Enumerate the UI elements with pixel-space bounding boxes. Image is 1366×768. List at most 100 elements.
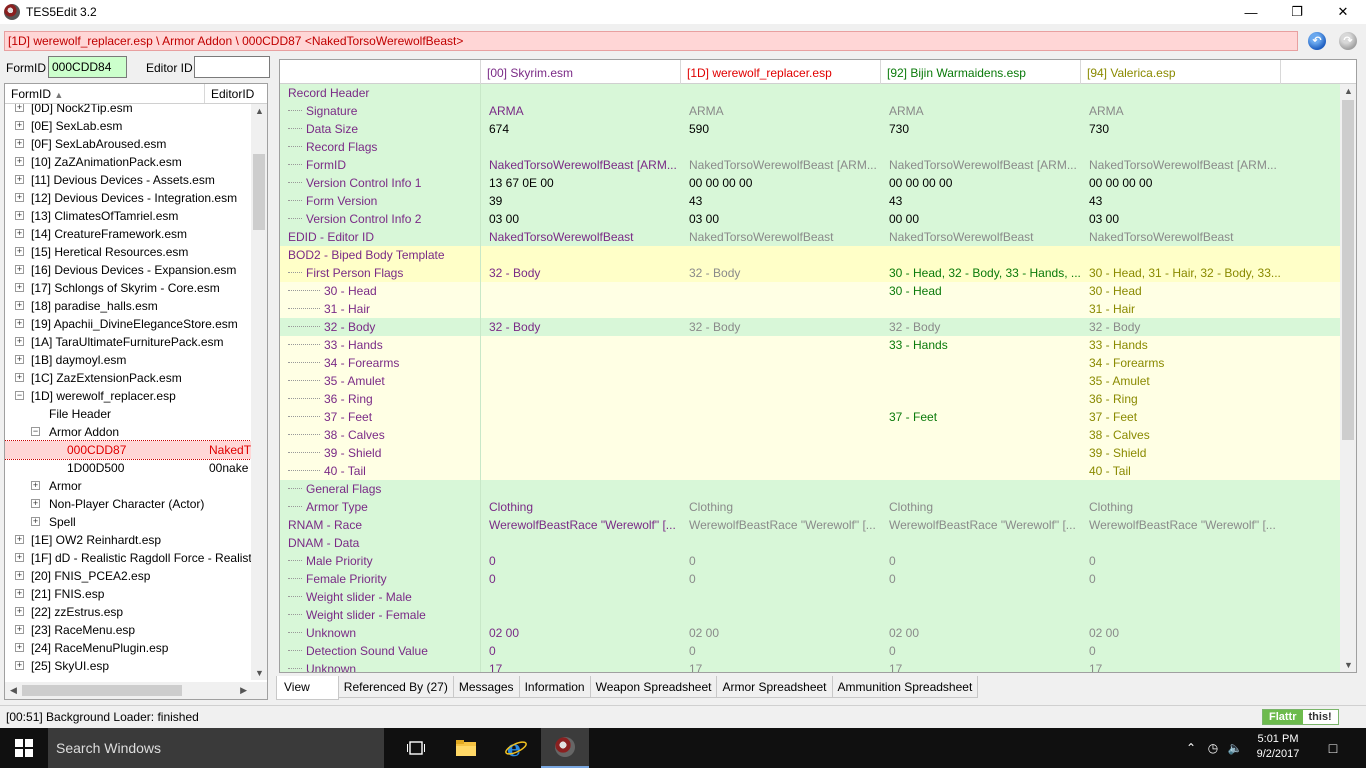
grid-cell[interactable]: [481, 354, 681, 372]
grid-row[interactable]: 34 - Forearms 34 - Forearms: [280, 354, 1340, 372]
tree-item[interactable]: + [0E] SexLab.esm: [5, 117, 253, 135]
grid-cell[interactable]: 03 00: [681, 210, 881, 228]
minimize-button[interactable]: —: [1228, 0, 1274, 24]
grid-cell[interactable]: 32 - Body: [481, 318, 681, 336]
grid-cell[interactable]: [481, 606, 681, 624]
expand-icon[interactable]: +: [15, 265, 24, 274]
grid-cell[interactable]: [881, 480, 1081, 498]
grid-cell[interactable]: [881, 606, 1081, 624]
grid-cell[interactable]: [481, 282, 681, 300]
grid-cell[interactable]: [481, 372, 681, 390]
grid-row[interactable]: Form Version 39 43 43 43: [280, 192, 1340, 210]
grid-cell[interactable]: [1081, 84, 1281, 102]
expand-icon[interactable]: +: [15, 607, 24, 616]
column-header-formid[interactable]: FormID ▲: [5, 84, 205, 103]
grid-row[interactable]: General Flags: [280, 480, 1340, 498]
grid-cell[interactable]: [681, 84, 881, 102]
column-header-field[interactable]: [280, 60, 481, 84]
flattr-button[interactable]: Flattr this!: [1262, 709, 1339, 725]
expand-icon[interactable]: +: [15, 301, 24, 310]
tab-ammunition-spreadsheet[interactable]: Ammunition Spreadsheet: [831, 676, 979, 698]
expand-icon[interactable]: +: [15, 625, 24, 634]
expand-icon[interactable]: +: [15, 571, 24, 580]
tree-item[interactable]: + [1A] TaraUltimateFurniturePack.esm: [5, 333, 253, 351]
tree-item[interactable]: + [20] FNIS_PCEA2.esp: [5, 567, 253, 585]
tree-item[interactable]: + Spell: [5, 513, 253, 531]
grid-cell[interactable]: [481, 84, 681, 102]
expand-icon[interactable]: +: [15, 157, 24, 166]
grid-cell[interactable]: 0: [881, 552, 1081, 570]
grid-cell[interactable]: 43: [881, 192, 1081, 210]
expand-icon[interactable]: +: [15, 104, 24, 112]
tab-messages[interactable]: Messages: [452, 676, 520, 698]
grid-cell[interactable]: 37 - Feet: [1081, 408, 1281, 426]
tree-item[interactable]: + [11] Devious Devices - Assets.esm: [5, 171, 253, 189]
grid-row[interactable]: 39 - Shield 39 - Shield: [280, 444, 1340, 462]
tree-item[interactable]: + [1B] daymoyl.esm: [5, 351, 253, 369]
grid-cell[interactable]: [681, 606, 881, 624]
grid-cell[interactable]: [481, 426, 681, 444]
grid-cell[interactable]: [481, 408, 681, 426]
grid-row[interactable]: Version Control Info 1 13 67 0E 00 00 00 0…: [280, 174, 1340, 192]
grid-cell[interactable]: 36 - Ring: [1081, 390, 1281, 408]
tree-item[interactable]: + [24] RaceMenuPlugin.esp: [5, 639, 253, 657]
grid-cell[interactable]: [481, 480, 681, 498]
grid-row[interactable]: 40 - Tail 40 - Tail: [280, 462, 1340, 480]
grid-cell[interactable]: 43: [681, 192, 881, 210]
grid-cell[interactable]: ARMA: [1081, 102, 1281, 120]
grid-cell[interactable]: 00 00 00 00: [681, 174, 881, 192]
windows-start-icon[interactable]: [0, 728, 48, 768]
grid-cell[interactable]: 00 00 00 00: [881, 174, 1081, 192]
grid-cell[interactable]: WerewolfBeastRace "Werewolf" [...: [1081, 516, 1281, 534]
grid-cell[interactable]: 32 - Body: [681, 264, 881, 282]
grid-cell[interactable]: 00 00: [881, 210, 1081, 228]
tree-item[interactable]: + [25] SkyUI.esp: [5, 657, 253, 675]
grid-cell[interactable]: [481, 300, 681, 318]
grid-cell[interactable]: WerewolfBeastRace "Werewolf" [...: [681, 516, 881, 534]
column-header-plugin[interactable]: [94] Valerica.esp: [1081, 60, 1281, 84]
record-view-grid[interactable]: [00] Skyrim.esm [1D] werewolf_replacer.e…: [279, 59, 1357, 673]
tree-item[interactable]: + [1F] dD - Realistic Ragdoll Force - Rea…: [5, 549, 253, 567]
expand-icon[interactable]: +: [15, 589, 24, 598]
grid-cell[interactable]: 0: [1081, 552, 1281, 570]
scroll-down-icon[interactable]: ▼: [1344, 660, 1353, 670]
grid-row[interactable]: 37 - Feet 37 - Feet 37 - Feet: [280, 408, 1340, 426]
scroll-up-icon[interactable]: ▲: [255, 106, 264, 116]
grid-cell[interactable]: 17: [681, 660, 881, 672]
expand-icon[interactable]: +: [15, 121, 24, 130]
grid-cell[interactable]: 17: [481, 660, 681, 672]
grid-cell[interactable]: 32 - Body: [681, 318, 881, 336]
grid-row[interactable]: Weight slider - Female: [280, 606, 1340, 624]
grid-cell[interactable]: 33 - Hands: [1081, 336, 1281, 354]
expand-icon[interactable]: +: [15, 139, 24, 148]
grid-cell[interactable]: [881, 300, 1081, 318]
grid-cell[interactable]: [481, 138, 681, 156]
grid-row[interactable]: Record Flags: [280, 138, 1340, 156]
grid-row[interactable]: Version Control Info 2 03 00 03 00 00 00 03 …: [280, 210, 1340, 228]
grid-cell[interactable]: [1081, 606, 1281, 624]
tree-item[interactable]: + [13] ClimatesOfTamriel.esm: [5, 207, 253, 225]
grid-row[interactable]: Weight slider - Male: [280, 588, 1340, 606]
grid-cell[interactable]: [881, 588, 1081, 606]
grid-row[interactable]: Record Header: [280, 84, 1340, 102]
expand-icon[interactable]: +: [15, 553, 24, 562]
expand-icon[interactable]: +: [15, 535, 24, 544]
column-header-plugin[interactable]: [92] Bijin Warmaidens.esp: [881, 60, 1081, 84]
tree-item[interactable]: + [15] Heretical Resources.esm: [5, 243, 253, 261]
grid-row[interactable]: Unknown 17 17 17 17: [280, 660, 1340, 672]
tree-scroll-thumb[interactable]: [253, 154, 265, 230]
tes5edit-taskbar-icon[interactable]: [541, 728, 589, 768]
expand-icon[interactable]: +: [15, 175, 24, 184]
tree-item[interactable]: + [1E] OW2 Reinhardt.esp: [5, 531, 253, 549]
grid-cell[interactable]: Clothing: [481, 498, 681, 516]
grid-cell[interactable]: [681, 246, 881, 264]
expand-icon[interactable]: +: [15, 355, 24, 364]
grid-cell[interactable]: [681, 300, 881, 318]
grid-cell[interactable]: 35 - Amulet: [1081, 372, 1281, 390]
grid-row[interactable]: Unknown 02 00 02 00 02 00 02 00: [280, 624, 1340, 642]
grid-cell[interactable]: [681, 138, 881, 156]
grid-cell[interactable]: [681, 426, 881, 444]
collapse-icon[interactable]: −: [31, 427, 40, 436]
grid-cell[interactable]: [681, 444, 881, 462]
expand-icon[interactable]: +: [15, 643, 24, 652]
